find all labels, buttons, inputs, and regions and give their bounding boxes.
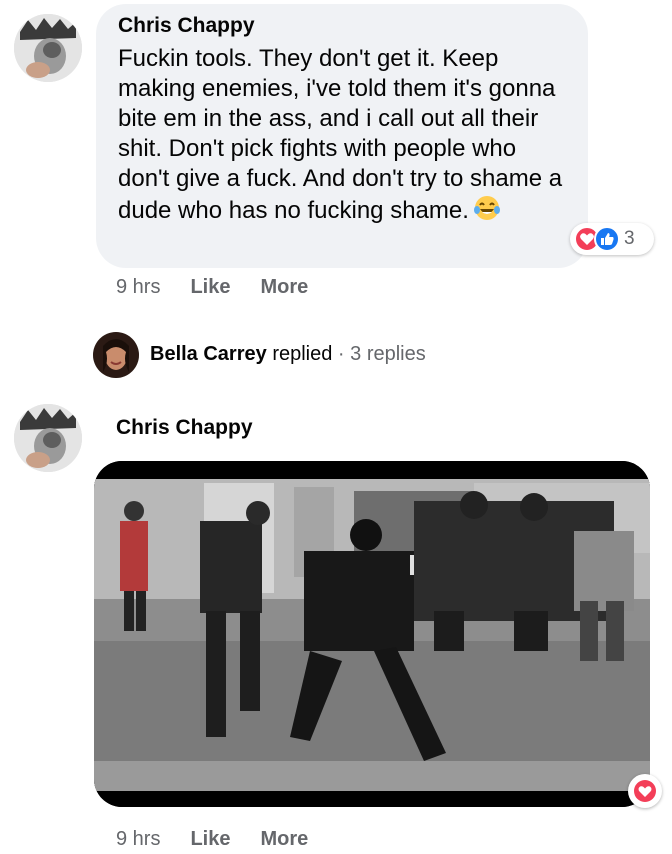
- more-button[interactable]: More: [261, 828, 309, 851]
- heart-icon[interactable]: [628, 774, 662, 808]
- avatar[interactable]: [93, 332, 139, 378]
- reply-author[interactable]: Bella Carrey: [150, 343, 267, 365]
- reaction-count: 3: [624, 228, 635, 249]
- like-button[interactable]: Like: [190, 276, 230, 299]
- reply-count[interactable]: 3 replies: [350, 343, 426, 365]
- laughing-tears-emoji-icon: [473, 194, 501, 230]
- comment-text: Fuckin tools. They don't get it. Keep ma…: [118, 44, 566, 230]
- timestamp[interactable]: 9 hrs: [116, 276, 160, 299]
- avatar[interactable]: [14, 404, 82, 472]
- video-thumbnail[interactable]: [94, 461, 650, 807]
- comment-actions: 9 hrs Like More: [116, 276, 338, 299]
- view-replies-link[interactable]: Bella Carrey replied · 3 replies: [150, 340, 426, 368]
- comment-author[interactable]: Chris Chappy: [116, 414, 253, 442]
- comment-bubble: Chris Chappy Fuckin tools. They don't ge…: [96, 4, 588, 268]
- like-button[interactable]: Like: [190, 828, 230, 851]
- more-button[interactable]: More: [261, 276, 309, 299]
- separator: ·: [337, 343, 345, 365]
- avatar[interactable]: [14, 14, 82, 82]
- reaction-summary[interactable]: 3: [570, 223, 654, 255]
- replied-label: replied: [272, 343, 333, 365]
- timestamp[interactable]: 9 hrs: [116, 828, 160, 851]
- like-icon: [594, 226, 620, 252]
- comment-author[interactable]: Chris Chappy: [118, 12, 566, 40]
- comment-actions: 9 hrs Like More: [116, 828, 338, 851]
